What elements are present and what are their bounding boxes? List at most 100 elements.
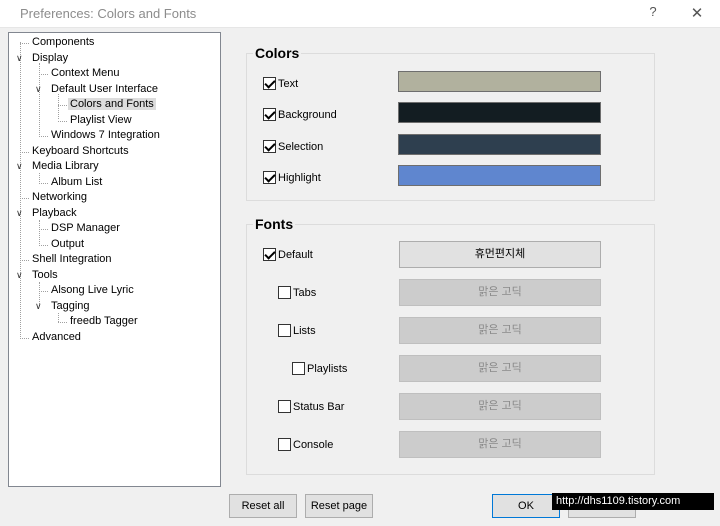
tree-connector: [58, 313, 59, 322]
tree-item-label: Shell Integration: [32, 253, 112, 265]
font-override-checkbox[interactable]: [278, 286, 291, 299]
font-override-checkbox[interactable]: [292, 362, 305, 375]
color-override-checkbox[interactable]: [263, 77, 276, 90]
expand-arrow-icon[interactable]: ∨: [16, 206, 23, 221]
tree-item-label: Tools: [32, 268, 58, 281]
expand-arrow-icon[interactable]: ∨: [35, 299, 42, 314]
tree-item[interactable]: Shell Integration: [30, 252, 114, 267]
tree-connector: [20, 43, 29, 44]
tree-item-label: Playback: [32, 206, 77, 219]
tree-item-label: Windows 7 Integration: [51, 129, 160, 141]
tree-item[interactable]: freedb Tagger: [68, 314, 140, 329]
color-swatch-button[interactable]: [398, 71, 601, 92]
tree-item-label: Default User Interface: [51, 82, 158, 95]
color-row-label: Highlight: [278, 172, 321, 184]
tree-connector: [20, 337, 29, 339]
tree-item[interactable]: Context Menu: [49, 66, 121, 81]
tree-connector: [20, 42, 21, 339]
font-override-checkbox[interactable]: [278, 400, 291, 413]
tree-item[interactable]: Components: [30, 35, 96, 50]
tree-item-label: freedb Tagger: [70, 315, 138, 327]
tree-item-label: Tagging: [51, 299, 90, 312]
expand-arrow-icon[interactable]: ∨: [16, 159, 23, 174]
font-row-label: Status Bar: [293, 401, 345, 413]
tree-item[interactable]: Networking: [30, 190, 89, 205]
color-override-checkbox[interactable]: [263, 171, 276, 184]
tree-item-label: Media Library: [32, 160, 99, 172]
font-select-button[interactable]: 맑은 고딕: [399, 279, 601, 306]
tree-item[interactable]: Alsong Live Lyric: [49, 283, 136, 298]
font-select-button[interactable]: 맑은 고딕: [399, 393, 601, 420]
tree-connector: [20, 260, 29, 261]
tree-item[interactable]: Default User Interface: [49, 82, 160, 97]
help-button[interactable]: ?: [638, 4, 668, 24]
tree-item[interactable]: Output: [49, 237, 86, 252]
tree-item-label: Keyboard Shortcuts: [32, 144, 129, 157]
tree-connector: [39, 74, 48, 75]
reset-all-button[interactable]: Reset all: [229, 494, 297, 518]
font-select-button[interactable]: 맑은 고딕: [399, 355, 601, 382]
tree-connector: [39, 220, 40, 244]
preferences-tree[interactable]: Components Display ∨ Context Menu Default Us…: [8, 32, 221, 487]
font-override-checkbox[interactable]: [263, 248, 276, 261]
color-swatch-button[interactable]: [398, 134, 601, 155]
tree-item-label: Components: [32, 36, 95, 48]
tree-item-label: Colors and Fonts: [68, 98, 156, 110]
tree-connector: [39, 136, 48, 137]
color-row-label: Background: [278, 109, 337, 121]
color-row-label: Text: [278, 78, 299, 90]
font-row-label: Lists: [293, 325, 316, 337]
tree-item[interactable]: Playlist View: [68, 113, 134, 128]
tree-item[interactable]: Display: [30, 51, 70, 66]
tree-item-label: DSP Manager: [51, 222, 120, 234]
tree-connector: [39, 173, 40, 182]
expand-arrow-icon[interactable]: ∨: [16, 51, 23, 66]
color-override-checkbox[interactable]: [263, 108, 276, 121]
tree-item[interactable]: Tools: [30, 268, 60, 283]
tree-item[interactable]: Media Library: [30, 159, 101, 174]
font-select-button[interactable]: 휴먼편지체: [399, 241, 601, 268]
tree-item-label: Alsong Live Lyric: [51, 284, 134, 296]
tree-item-label: Advanced: [32, 330, 81, 343]
font-row-label: Default: [278, 249, 313, 261]
tree-connector: [58, 120, 67, 122]
tree-connector: [39, 291, 48, 292]
color-row-label: Selection: [278, 141, 324, 153]
font-row-label: Console: [293, 439, 334, 451]
tree-connector: [39, 229, 48, 230]
tree-item[interactable]: Windows 7 Integration: [49, 128, 162, 143]
close-button[interactable]: ✕: [682, 4, 712, 24]
tree-item[interactable]: DSP Manager: [49, 221, 122, 236]
tree-connector: [20, 151, 29, 153]
tree-connector: [39, 182, 48, 184]
font-override-checkbox[interactable]: [278, 438, 291, 451]
tree-item[interactable]: Album List: [49, 175, 104, 190]
tree-item[interactable]: Advanced: [30, 330, 83, 345]
tree-connector: [39, 244, 48, 246]
window-title: Preferences: Colors and Fonts: [20, 6, 197, 21]
tree-item[interactable]: Playback: [30, 206, 79, 221]
font-select-button[interactable]: 맑은 고딕: [399, 317, 601, 344]
tree-connector: [20, 198, 29, 199]
ok-button[interactable]: OK: [492, 494, 560, 518]
expand-arrow-icon[interactable]: ∨: [16, 268, 23, 283]
font-override-checkbox[interactable]: [278, 324, 291, 337]
color-override-checkbox[interactable]: [263, 140, 276, 153]
tree-item-label: Networking: [32, 191, 88, 203]
color-swatch-button[interactable]: [398, 165, 601, 186]
tree-item[interactable]: Keyboard Shortcuts: [30, 144, 131, 159]
tree-item[interactable]: Tagging: [49, 299, 92, 314]
expand-arrow-icon[interactable]: ∨: [35, 82, 42, 97]
tree-connector: [58, 105, 67, 106]
reset-page-button[interactable]: Reset page: [305, 494, 373, 518]
fonts-heading: Fonts: [253, 216, 296, 232]
font-select-button[interactable]: 맑은 고딕: [399, 431, 601, 458]
tree-item-label: Album List: [51, 175, 103, 188]
font-row-label: Playlists: [307, 363, 348, 375]
watermark: http://dhs1109.tistory.com: [552, 493, 714, 510]
color-swatch-button[interactable]: [398, 102, 601, 123]
title-bar: Preferences: Colors and Fonts ? ✕: [0, 0, 720, 28]
tree-item-label: Playlist View: [70, 113, 132, 126]
tree-item[interactable]: Colors and Fonts: [68, 97, 156, 112]
font-row-label: Tabs: [293, 287, 317, 299]
